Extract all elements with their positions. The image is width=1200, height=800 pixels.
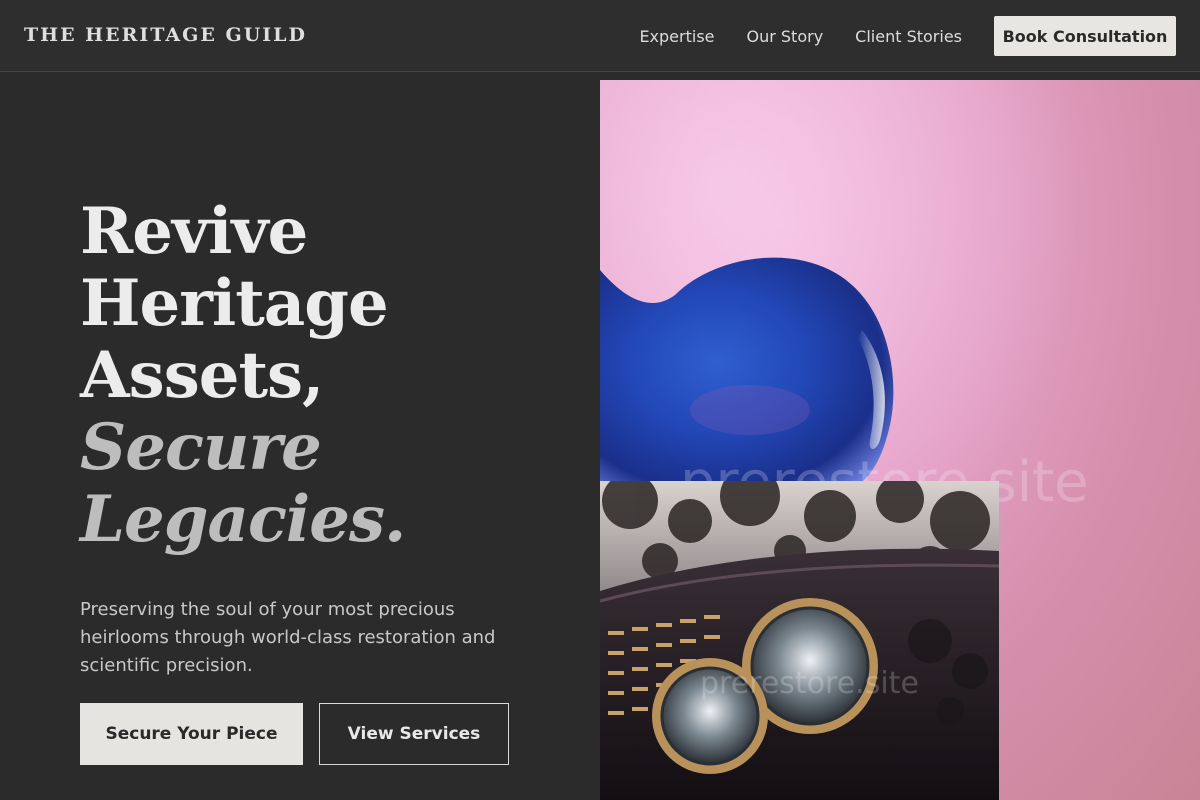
secure-your-piece-button[interactable]: Secure Your Piece bbox=[80, 703, 303, 765]
vintage-car-illustration bbox=[600, 481, 999, 800]
top-navbar: THE HERITAGE GUILD Expertise Our Story C… bbox=[0, 0, 1200, 72]
view-services-button[interactable]: View Services bbox=[319, 703, 509, 765]
brand-logo-text[interactable]: THE HERITAGE GUILD bbox=[24, 24, 307, 46]
nav-links: Expertise Our Story Client Stories Book … bbox=[639, 16, 1176, 56]
headline-italic-line-2: Legacies. bbox=[80, 482, 406, 557]
hero-text-block: Revive Heritage Assets, Secure Legacies. bbox=[80, 196, 560, 556]
nav-link-our-story[interactable]: Our Story bbox=[747, 27, 824, 46]
book-consultation-button[interactable]: Book Consultation bbox=[994, 16, 1176, 56]
headline-italic-line-1: Secure bbox=[80, 410, 322, 485]
headline-line-2: Heritage bbox=[80, 266, 389, 341]
hero-headline: Revive Heritage Assets, Secure Legacies. bbox=[80, 196, 560, 556]
hero-image-vintage-car: prerestore.site bbox=[600, 481, 999, 800]
image-watermark-small: prerestore.site bbox=[700, 666, 919, 701]
nav-link-client-stories[interactable]: Client Stories bbox=[855, 27, 962, 46]
nav-link-expertise[interactable]: Expertise bbox=[639, 27, 714, 46]
headline-line-1: Revive bbox=[80, 194, 308, 269]
headline-line-3: Assets, bbox=[80, 338, 324, 413]
hero-subtitle: Preserving the soul of your most preciou… bbox=[80, 599, 496, 676]
